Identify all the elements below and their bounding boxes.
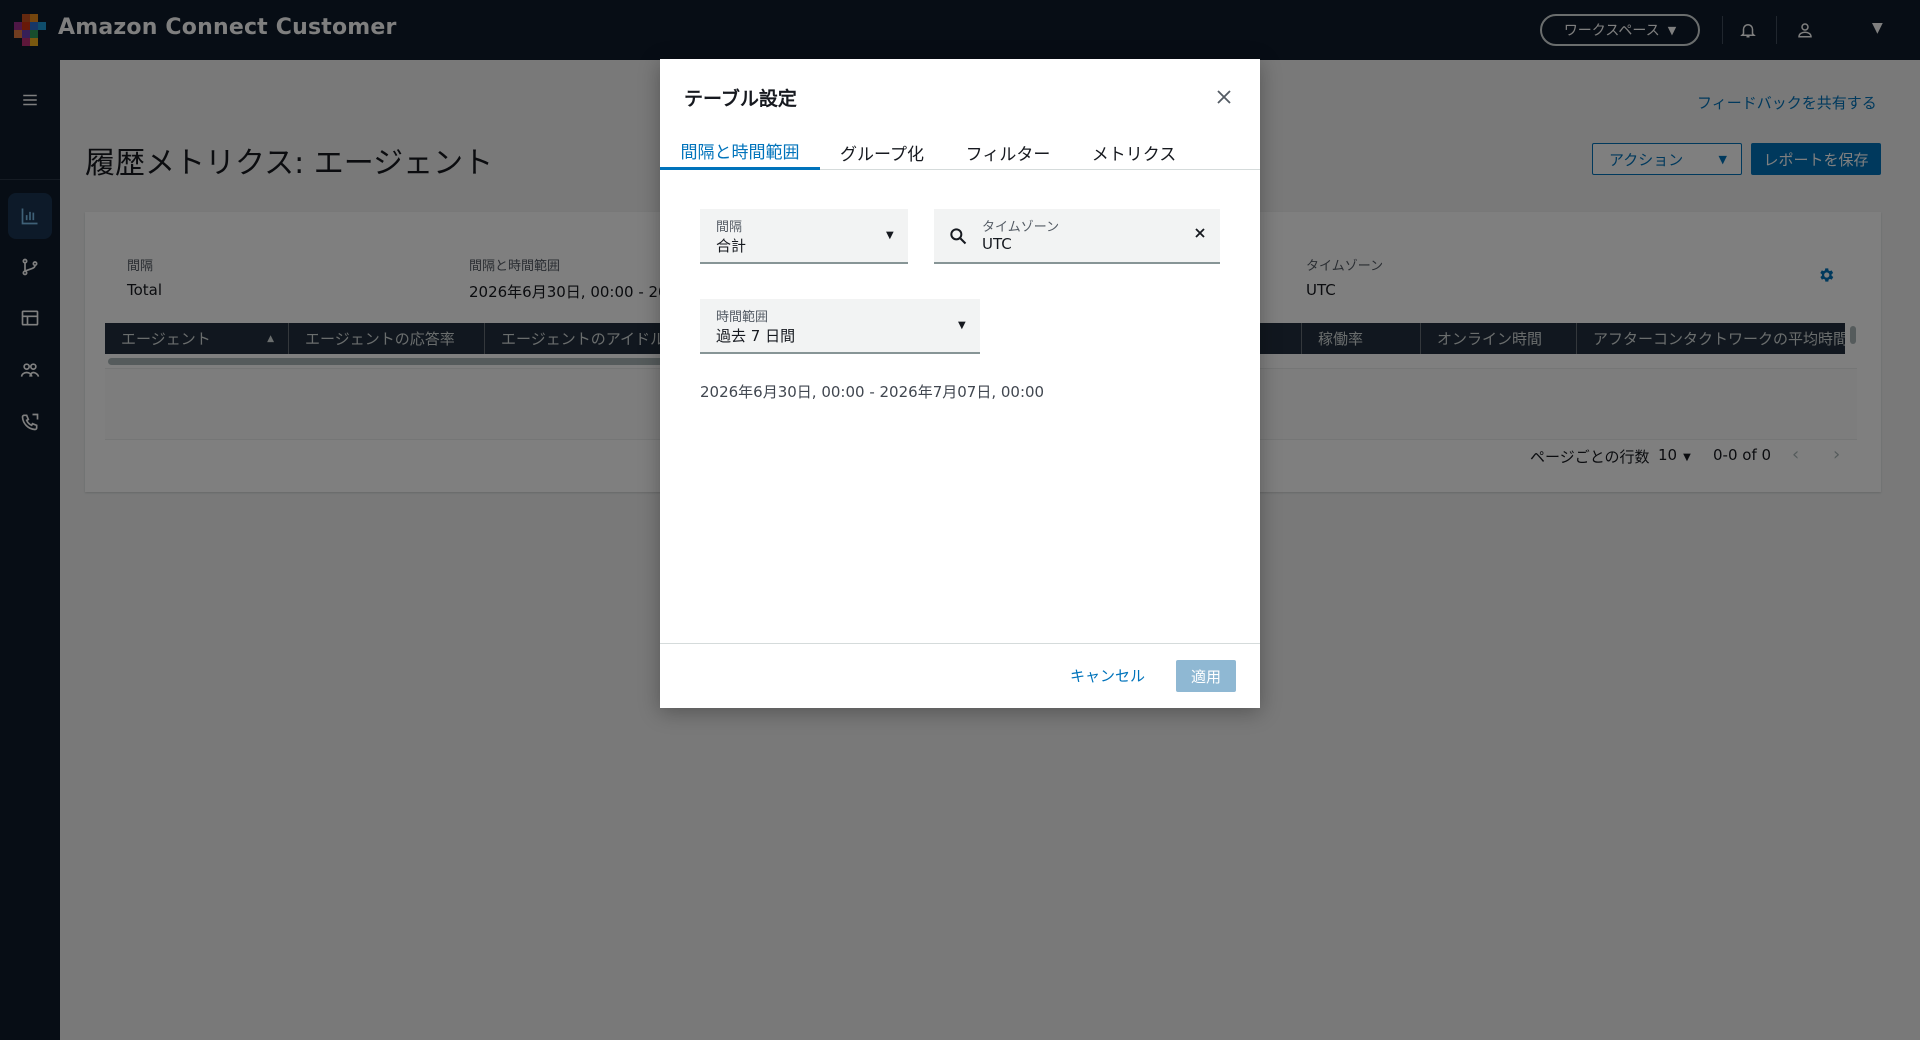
tab-grouping[interactable]: グループ化	[820, 134, 944, 170]
interval-label: 間隔	[716, 220, 743, 235]
tab-filters[interactable]: フィルター	[944, 134, 1072, 170]
table-settings-modal: テーブル設定 間隔と時間範囲 グループ化 フィルター メトリクス 間隔 合計 ▼…	[660, 59, 1260, 708]
timezone-value: UTC	[982, 235, 1012, 253]
date-range-text: 2026年6月30日, 00:00 - 2026年7月07日, 00:00	[700, 383, 1045, 401]
modal-title: テーブル設定	[684, 88, 797, 110]
tab-interval-time-range[interactable]: 間隔と時間範囲	[660, 134, 820, 170]
interval-value: 合計	[716, 237, 747, 255]
timezone-label: タイムゾーン	[982, 220, 1060, 235]
caret-down-icon: ▼	[958, 320, 966, 331]
modal-tabs: 間隔と時間範囲 グループ化 フィルター メトリクス	[660, 134, 1260, 170]
cancel-button[interactable]: キャンセル	[1070, 665, 1145, 686]
clear-icon[interactable]	[1190, 223, 1210, 243]
tab-metrics[interactable]: メトリクス	[1072, 134, 1196, 170]
time-range-select[interactable]: 時間範囲 過去 7 日間 ▼	[700, 299, 980, 354]
timezone-search-field[interactable]: タイムゾーン UTC	[934, 209, 1220, 264]
modal-footer-divider	[660, 643, 1260, 644]
interval-select[interactable]: 間隔 合計 ▼	[700, 209, 908, 264]
search-icon	[950, 228, 967, 245]
time-range-value: 過去 7 日間	[716, 327, 796, 345]
time-range-label: 時間範囲	[716, 310, 769, 325]
caret-down-icon: ▼	[886, 230, 894, 241]
apply-button[interactable]: 適用	[1176, 660, 1236, 692]
close-icon[interactable]	[1212, 85, 1236, 109]
